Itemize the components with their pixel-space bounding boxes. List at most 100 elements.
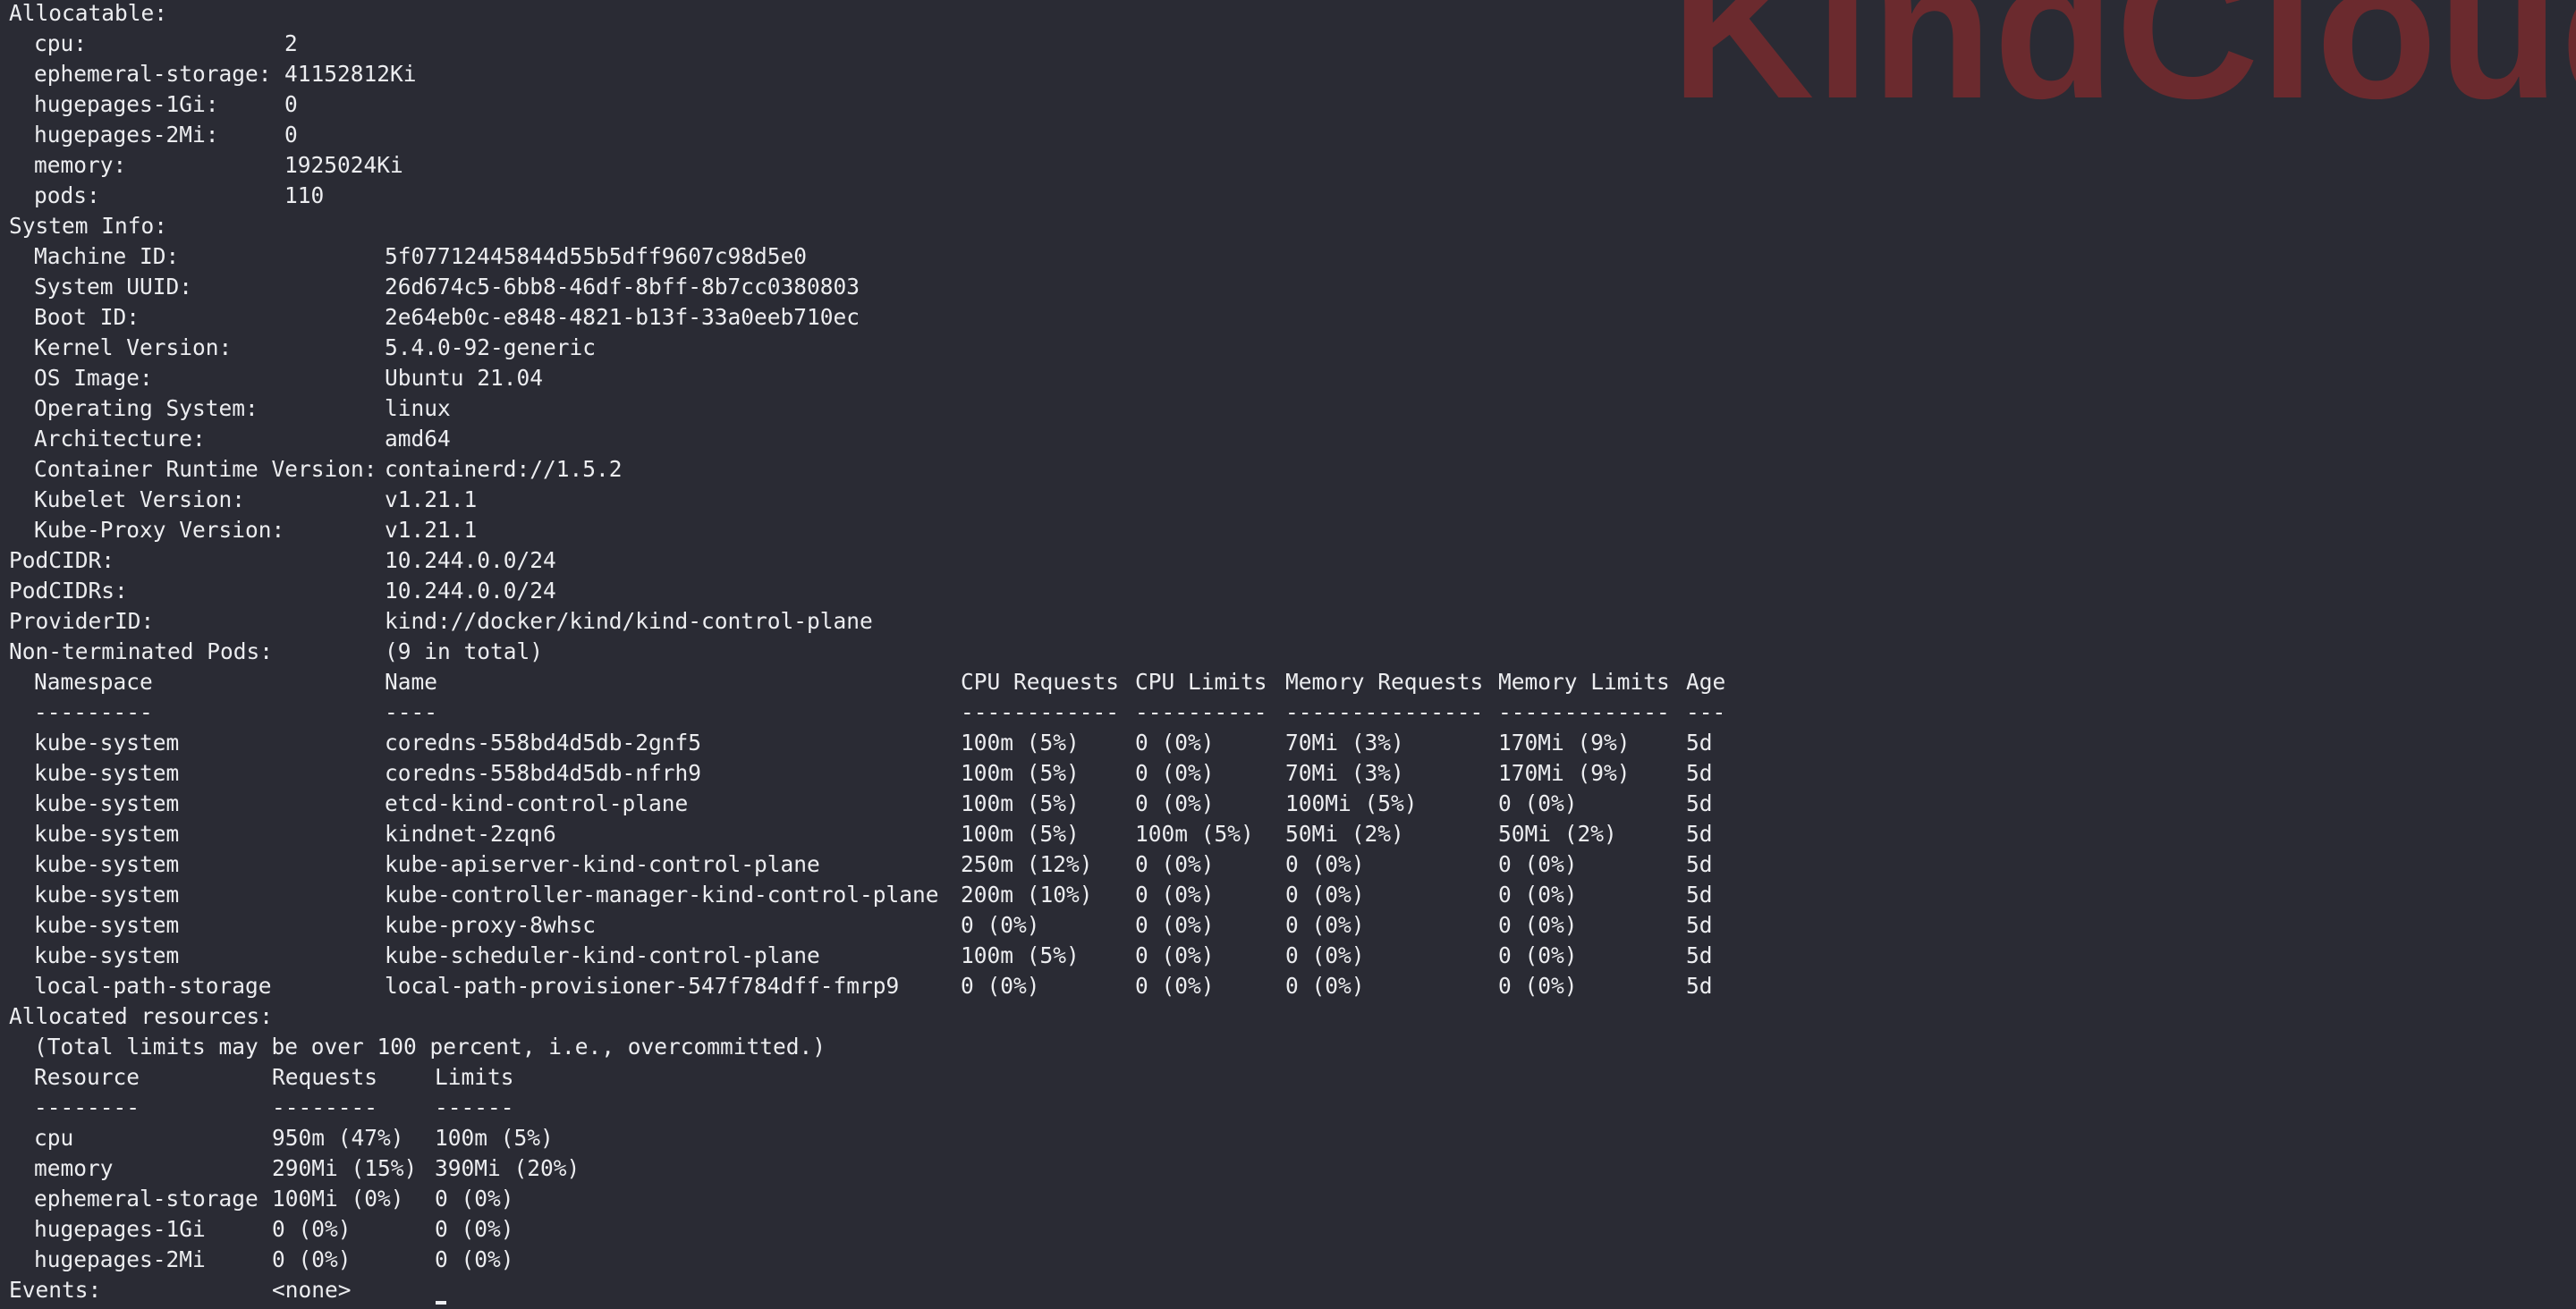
system-info-row: Kube-Proxy Version: v1.21.1 (0, 515, 2576, 545)
col-name: coredns-558bd4d5db-nfrh9 (385, 760, 702, 786)
system-info-row: Operating System: linux (0, 393, 2576, 424)
col-cpu-requests: 0 (0%) (961, 973, 1040, 999)
field-key: Container Runtime Version: (34, 456, 377, 482)
field-value: Ubuntu 21.04 (385, 365, 544, 391)
col-cpu-limits: 0 (0%) (1135, 851, 1215, 877)
resources-table-header: Resource Requests Limits (0, 1062, 2576, 1093)
col-memory-requests: 100Mi (5%) (1285, 790, 1418, 816)
col-age-header: Age (1686, 669, 1726, 695)
field-value: linux (385, 395, 451, 421)
col-namespace: kube-system (34, 760, 180, 786)
col-name: kube-scheduler-kind-control-plane (385, 942, 820, 968)
system-info-row: Boot ID: 2e64eb0c-e848-4821-b13f-33a0eeb7… (0, 302, 2576, 333)
col-memory-requests: 70Mi (3%) (1285, 730, 1404, 756)
field-key: Non-terminated Pods: (9, 638, 274, 664)
field-key: Machine ID: (34, 243, 180, 269)
field-key: Kube-Proxy Version: (34, 517, 285, 543)
col-cpu-limits: 0 (0%) (1135, 942, 1215, 968)
col-resource: hugepages-1Gi (34, 1216, 206, 1242)
col-cpu-limits-dashes: ---------- (1135, 699, 1267, 725)
col-memory-requests: 0 (0%) (1285, 973, 1365, 999)
field-value: 2e64eb0c-e848-4821-b13f-33a0eeb710ec (385, 304, 860, 330)
col-name: local-path-provisioner-547f784dff-fmrp9 (385, 973, 900, 999)
col-namespace: kube-system (34, 730, 180, 756)
field-key: hugepages-2Mi: (34, 122, 219, 148)
col-name-header: Name (385, 669, 438, 695)
col-age: 5d (1686, 851, 1713, 877)
col-cpu-requests: 250m (12%) (961, 851, 1093, 877)
col-cpu-limits-header: CPU Limits (1135, 669, 1267, 695)
pod-row: local-path-storage local-path-provisioner… (0, 971, 2576, 1001)
col-limits-header: Limits (435, 1064, 514, 1090)
col-requests-header: Requests (272, 1064, 378, 1090)
col-age: 5d (1686, 821, 1713, 847)
col-cpu-requests: 100m (5%) (961, 790, 1080, 816)
col-memory-requests: 0 (0%) (1285, 942, 1365, 968)
field-key: memory: (34, 152, 127, 178)
node-field-row: Non-terminated Pods: (9 in total) (0, 637, 2576, 667)
col-memory-limits: 50Mi (2%) (1498, 821, 1617, 847)
field-value: <none> (272, 1277, 352, 1303)
resource-row: hugepages-1Gi 0 (0%) 0 (0%) (0, 1214, 2576, 1245)
col-cpu-limits: 100m (5%) (1135, 821, 1254, 847)
col-resource-dashes: -------- (34, 1094, 140, 1120)
col-cpu-requests: 100m (5%) (961, 730, 1080, 756)
col-memory-limits: 170Mi (9%) (1498, 730, 1631, 756)
col-name: kube-proxy-8whsc (385, 912, 597, 938)
pod-row: kube-system kube-apiserver-kind-control-p… (0, 849, 2576, 880)
pod-row: kube-system kube-proxy-8whsc 0 (0%) 0 (0%) 0… (0, 910, 2576, 941)
field-value: 110 (284, 182, 325, 208)
overcommit-note: (Total limits may be over 100 percent, i… (34, 1034, 826, 1060)
field-value: 10.244.0.0/24 (385, 578, 556, 604)
allocatable-row: memory: 1925024Ki (0, 150, 2576, 181)
col-memory-limits: 0 (0%) (1498, 882, 1578, 908)
node-field-row: PodCIDR: 10.244.0.0/24 (0, 545, 2576, 576)
field-key: Architecture: (34, 426, 206, 452)
col-requests: 290Mi (15%) (272, 1155, 418, 1181)
col-name: etcd-kind-control-plane (385, 790, 689, 816)
allocatable-heading: Allocatable: (0, 0, 2576, 29)
col-cpu-limits: 0 (0%) (1135, 973, 1215, 999)
terminal-window[interactable]: KindCloud Allocatable:cpu:2ephemeral-sto… (0, 0, 2576, 1309)
col-memory-limits: 0 (0%) (1498, 942, 1578, 968)
col-resource: memory (34, 1155, 114, 1181)
col-requests: 0 (0%) (272, 1216, 352, 1242)
col-memory-requests: 70Mi (3%) (1285, 760, 1404, 786)
col-age: 5d (1686, 973, 1713, 999)
col-limits: 0 (0%) (435, 1186, 514, 1212)
col-age: 5d (1686, 760, 1713, 786)
field-value: 5f07712445844d55b5dff9607c98d5e0 (385, 243, 808, 269)
col-namespace-dashes: --------- (34, 699, 153, 725)
col-requests: 0 (0%) (272, 1246, 352, 1272)
field-value: 26d674c5-6bb8-46df-8bff-8b7cc0380803 (385, 274, 860, 300)
field-value: 5.4.0-92-generic (385, 334, 597, 360)
field-value: amd64 (385, 426, 451, 452)
resources-table-divider: -------- -------- ------ (0, 1093, 2576, 1123)
col-requests-dashes: -------- (272, 1094, 378, 1120)
col-cpu-requests-header: CPU Requests (961, 669, 1120, 695)
field-key: Kubelet Version: (34, 486, 246, 512)
col-resource: hugepages-2Mi (34, 1246, 206, 1272)
col-memory-limits: 0 (0%) (1498, 912, 1578, 938)
field-key: ephemeral-storage: (34, 61, 272, 87)
col-resource: cpu (34, 1125, 74, 1151)
system-info-row: Kubelet Version: v1.21.1 (0, 485, 2576, 515)
col-memory-requests: 0 (0%) (1285, 851, 1365, 877)
col-namespace: kube-system (34, 882, 180, 908)
col-cpu-limits: 0 (0%) (1135, 760, 1215, 786)
field-value: 10.244.0.0/24 (385, 547, 556, 573)
col-name: kube-controller-manager-kind-control-pla… (385, 882, 939, 908)
field-value: 1925024Ki (284, 152, 403, 178)
col-memory-limits-header: Memory Limits (1498, 669, 1670, 695)
col-age: 5d (1686, 730, 1713, 756)
col-age: 5d (1686, 942, 1713, 968)
section-heading: Allocatable: (9, 0, 168, 26)
col-cpu-requests-dashes: ------------ (961, 699, 1120, 725)
system-info-heading: System Info: (0, 211, 2576, 241)
col-namespace: local-path-storage (34, 973, 272, 999)
pod-row: kube-system etcd-kind-control-plane 100m (… (0, 789, 2576, 819)
pods-table-divider: --------- ---- ------------ ---------- -----… (0, 697, 2576, 728)
field-key: OS Image: (34, 365, 153, 391)
col-namespace: kube-system (34, 851, 180, 877)
col-limits: 390Mi (20%) (435, 1155, 580, 1181)
